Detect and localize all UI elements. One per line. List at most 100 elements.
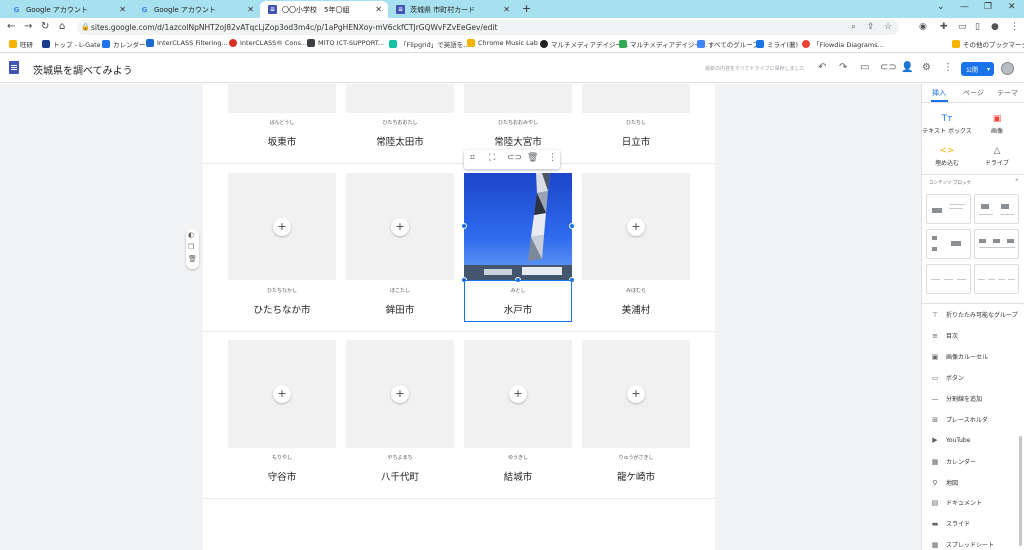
insert-map[interactable]: ⚲ 地図 bbox=[930, 478, 958, 488]
city-name[interactable]: 八千代町 bbox=[346, 469, 454, 483]
insert-sheets[interactable]: ▦ スプレッドシート bbox=[930, 540, 994, 550]
palette-icon[interactable]: ◐ bbox=[188, 231, 194, 239]
share-icon[interactable]: ⇪ bbox=[867, 22, 875, 32]
resize-handle[interactable] bbox=[461, 223, 467, 229]
site-title[interactable]: 茨城県を調べてみよう bbox=[33, 62, 133, 77]
image-placeholder[interactable]: + bbox=[464, 340, 572, 448]
city-name[interactable]: 龍ケ崎市 bbox=[582, 469, 690, 483]
bookmark-item[interactable]: 「Flowdia Diagrams... bbox=[802, 39, 884, 49]
image-placeholder[interactable]: + bbox=[346, 340, 454, 448]
tab-pages[interactable]: ページ bbox=[963, 88, 984, 98]
insert-docs[interactable]: ▤ ドキュメント bbox=[930, 498, 982, 508]
share-user-icon[interactable]: 👤 bbox=[901, 62, 913, 73]
browser-tab-google-account-1[interactable]: G Google アカウント ✕ bbox=[4, 1, 132, 18]
insert-collapsible-group[interactable]: ⊤ 折りたたみ可能なグループ bbox=[930, 310, 1018, 320]
city-reading[interactable]: ひたちおおたし bbox=[346, 119, 454, 126]
resize-handle[interactable] bbox=[569, 223, 575, 229]
insert-embed-button[interactable]: <> 埋め込む bbox=[922, 146, 972, 167]
bookmark-item[interactable]: すべてのグループ bbox=[697, 39, 759, 49]
image-placeholder[interactable] bbox=[346, 84, 454, 113]
city-reading[interactable]: ほこたし bbox=[346, 287, 454, 294]
publish-button[interactable]: 公開 ▾ bbox=[961, 62, 994, 76]
add-image-icon[interactable]: + bbox=[509, 385, 527, 403]
city-reading[interactable]: みほむら bbox=[582, 287, 690, 294]
browser-tab-class-site[interactable]: ≡ 〇〇小学校 5年〇組 ✕ bbox=[260, 1, 388, 18]
bookmark-item[interactable]: MITO ICT-SUPPORT... bbox=[307, 39, 384, 47]
minimize-icon[interactable]: — bbox=[960, 2, 969, 12]
bookmark-star-icon[interactable]: ☆ bbox=[884, 22, 892, 32]
layout-block[interactable] bbox=[926, 194, 971, 224]
browser-tab-city-cards[interactable]: ≡ 茨城県 市町村カード ✕ bbox=[388, 1, 516, 18]
city-reading[interactable]: もりやし bbox=[228, 454, 336, 461]
extensions-icon[interactable]: ✚ bbox=[940, 22, 948, 32]
tab-insert[interactable]: 挿入 bbox=[932, 88, 946, 98]
city-reading[interactable]: ゆうきし bbox=[464, 454, 572, 461]
new-tab-icon[interactable]: + bbox=[522, 2, 531, 15]
city-name[interactable]: 守谷市 bbox=[228, 469, 336, 483]
add-image-icon[interactable]: + bbox=[391, 218, 409, 236]
preview-icon[interactable]: ▭ bbox=[860, 62, 869, 73]
cast-icon[interactable]: ▭ bbox=[958, 22, 967, 32]
close-icon[interactable]: ✕ bbox=[375, 5, 382, 14]
layout-block[interactable] bbox=[974, 229, 1019, 259]
layout-block[interactable] bbox=[974, 194, 1019, 224]
layout-block[interactable] bbox=[926, 264, 971, 294]
insert-image-carousel[interactable]: ▣ 画像カルーセル bbox=[930, 352, 988, 362]
insert-calendar[interactable]: ▦ カレンダー bbox=[930, 457, 976, 467]
city-name[interactable]: 常陸大宮市 bbox=[464, 134, 572, 148]
insert-image-button[interactable]: ▣ 画像 bbox=[972, 114, 1022, 135]
image-placeholder[interactable]: + bbox=[582, 173, 690, 280]
close-icon[interactable]: ✕ bbox=[119, 5, 126, 14]
image-placeholder[interactable] bbox=[464, 84, 572, 113]
zoom-icon[interactable]: ⌕ bbox=[851, 22, 856, 32]
layout-block[interactable] bbox=[974, 264, 1019, 294]
fullscreen-icon[interactable]: ⛶ bbox=[489, 153, 495, 163]
link-icon[interactable]: ⊂⊃ bbox=[880, 62, 897, 73]
chevron-up-icon[interactable]: ⌃ bbox=[1014, 178, 1020, 186]
reload-icon[interactable]: ↻ bbox=[41, 21, 49, 32]
avatar[interactable] bbox=[1001, 62, 1014, 75]
insert-placeholder[interactable]: ⊞ プレースホルダ bbox=[930, 415, 988, 425]
bookmark-item[interactable]: Chrome Music Lab bbox=[467, 39, 538, 47]
bookmark-item[interactable]: InterCLASS Filtering... bbox=[146, 39, 228, 47]
chevron-down-icon[interactable]: ⌄ bbox=[937, 2, 945, 12]
art-tower-mito-image[interactable] bbox=[464, 173, 572, 280]
insert-slides[interactable]: ▬ スライド bbox=[930, 519, 970, 529]
image-placeholder[interactable]: + bbox=[228, 340, 336, 448]
city-name[interactable]: 美浦村 bbox=[582, 302, 690, 316]
bookmark-item[interactable]: トップ - L-Gate bbox=[42, 39, 101, 49]
image-placeholder[interactable]: + bbox=[582, 340, 690, 448]
close-icon[interactable]: ✕ bbox=[503, 5, 510, 14]
city-name[interactable]: 日立市 bbox=[582, 134, 690, 148]
redo-icon[interactable]: ↷ bbox=[839, 62, 847, 73]
forward-arrow-icon[interactable]: → bbox=[24, 21, 32, 32]
chevron-down-icon[interactable]: ▾ bbox=[987, 66, 990, 73]
bookmark-item[interactable]: ミライ(著) bbox=[756, 39, 798, 49]
tab-themes[interactable]: テーマ bbox=[997, 88, 1018, 98]
other-bookmarks[interactable]: その他のブックマーク bbox=[952, 39, 1024, 49]
profile-icon[interactable]: ● bbox=[991, 22, 999, 32]
city-reading[interactable]: ひたちおおみやし bbox=[464, 119, 572, 126]
city-reading[interactable]: ひたちなかし bbox=[228, 287, 336, 294]
city-reading[interactable]: りゅうがさきし bbox=[582, 454, 690, 461]
delete-icon[interactable]: 🗑 bbox=[527, 153, 538, 163]
browser-tab-google-account-2[interactable]: G Google アカウント ✕ bbox=[132, 1, 260, 18]
image-placeholder[interactable]: + bbox=[346, 173, 454, 280]
add-image-icon[interactable]: + bbox=[273, 385, 291, 403]
window-close-icon[interactable]: ✕ bbox=[1008, 2, 1016, 12]
city-name[interactable]: ひたちなか市 bbox=[228, 302, 336, 316]
add-image-icon[interactable]: + bbox=[391, 385, 409, 403]
account-icon[interactable]: ◉ bbox=[919, 22, 927, 32]
city-name[interactable]: 水戸市 bbox=[464, 302, 572, 316]
home-icon[interactable]: ⌂ bbox=[59, 21, 65, 32]
image-placeholder[interactable] bbox=[228, 84, 336, 113]
more-vert-icon[interactable]: ⋮ bbox=[943, 62, 953, 73]
city-reading[interactable]: やちよまち bbox=[346, 454, 454, 461]
bookmark-item[interactable]: 旺研 bbox=[9, 39, 33, 49]
undo-icon[interactable]: ↶ bbox=[818, 62, 826, 73]
insert-youtube[interactable]: ▶ YouTube bbox=[930, 436, 970, 444]
city-name[interactable]: 鉾田市 bbox=[346, 302, 454, 316]
image-placeholder[interactable] bbox=[582, 84, 690, 113]
layout-block[interactable] bbox=[926, 229, 971, 259]
add-image-icon[interactable]: + bbox=[273, 218, 291, 236]
